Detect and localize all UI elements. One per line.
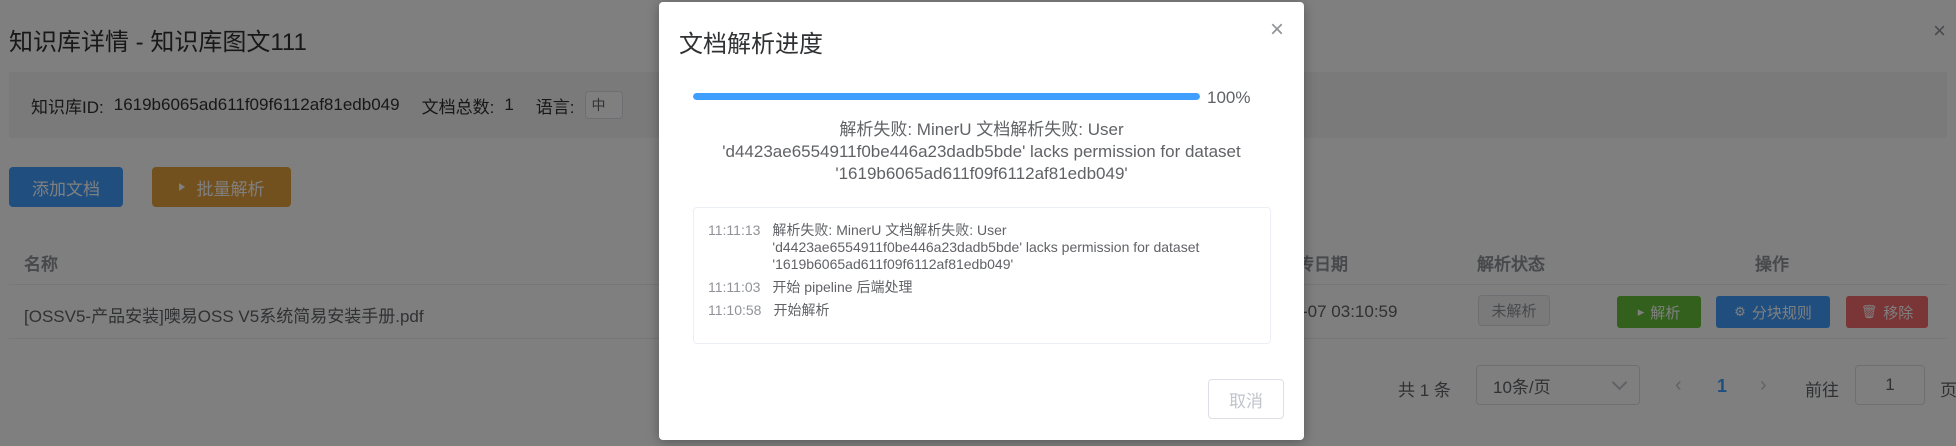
log-text: 开始 pipeline 后端处理: [772, 279, 913, 295]
progress-bar: [693, 93, 1200, 100]
progress-percent: 100%: [1207, 88, 1251, 107]
log-entry: 11:10:58 开始解析: [708, 302, 1256, 319]
log-time: 11:11:03: [708, 279, 761, 295]
parse-log-box: 11:11:13 解析失败: MinerU 文档解析失败: User 'd442…: [693, 207, 1271, 344]
log-time: 11:10:58: [708, 302, 762, 318]
dialog-close-icon[interactable]: ×: [1270, 16, 1284, 44]
log-text: 开始解析: [773, 302, 830, 318]
log-entry: 11:11:13 解析失败: MinerU 文档解析失败: User 'd442…: [708, 222, 1256, 273]
error-message-text: 解析失败: MinerU 文档解析失败: User 'd4423ae655491…: [722, 120, 1241, 183]
dialog-title: 文档解析进度: [679, 31, 823, 58]
log-time: 11:11:13: [708, 222, 761, 238]
progress-bar-fill: [693, 93, 1200, 100]
log-text: 解析失败: MinerU 文档解析失败: User 'd4423ae655491…: [772, 222, 1200, 272]
log-entry: 11:11:03 开始 pipeline 后端处理: [708, 279, 1256, 296]
parse-progress-dialog: 文档解析进度 × 100% 解析失败: MinerU 文档解析失败: User …: [659, 2, 1304, 440]
error-message: 解析失败: MinerU 文档解析失败: User 'd4423ae655491…: [679, 119, 1284, 185]
cancel-button[interactable]: 取消: [1208, 379, 1284, 419]
